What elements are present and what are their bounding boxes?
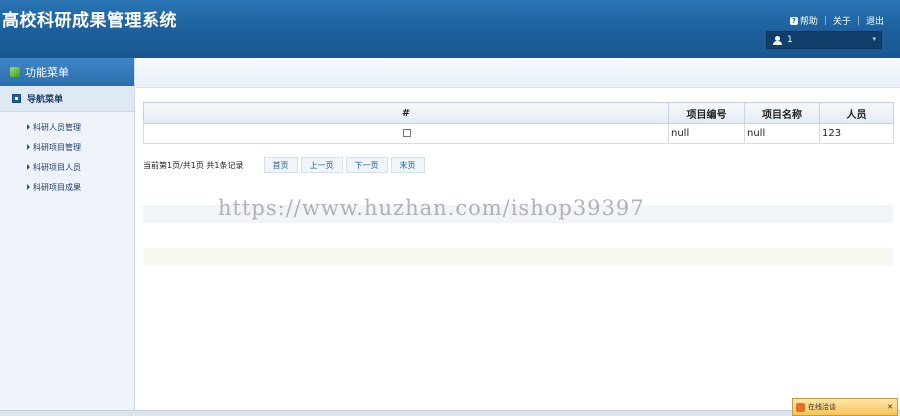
online-chat-widget[interactable]: 在线洽谈 ✕ xyxy=(792,398,898,416)
table-row[interactable]: null null 123 xyxy=(143,123,894,144)
column-header-person[interactable]: 人员 xyxy=(819,102,894,124)
table-header-row: # 项目编号 项目名称 人员 xyxy=(143,102,894,124)
sidebar-item-label: 科研项目管理 xyxy=(33,142,81,152)
bullet-icon xyxy=(27,144,30,150)
sidebar-header: 功能菜单 xyxy=(0,58,134,86)
page-info: 当前第1页/共1页 共1条记录 xyxy=(143,160,244,170)
nav-menu-title: 导航菜单 xyxy=(27,95,64,105)
sidebar-item-label: 科研人员管理 xyxy=(33,122,81,132)
sidebar-item-project-results[interactable]: 科研项目成果 xyxy=(0,177,134,197)
cell-project-name: null xyxy=(744,123,820,144)
sidebar-item-project-personnel[interactable]: 科研项目人员 xyxy=(0,157,134,177)
chat-label: 在线洽谈 xyxy=(808,403,836,411)
first-page-button[interactable]: 首页 xyxy=(263,157,298,173)
app-title: 高校科研成果管理系统 xyxy=(2,11,177,31)
help-label: 帮助 xyxy=(799,17,818,27)
cube-icon xyxy=(10,67,20,77)
sidebar-item-label: 科研项目人员 xyxy=(33,162,81,172)
sidebar-title: 功能菜单 xyxy=(25,66,69,79)
data-table: # 项目编号 项目名称 人员 null null 123 xyxy=(143,102,894,144)
nav-list: 科研人员管理 科研项目管理 科研项目人员 科研项目成果 xyxy=(0,112,134,197)
sidebar: 功能菜单 导航菜单 科研人员管理 科研项目管理 科研项目人员 科研项目成果 xyxy=(0,58,135,416)
help-icon: ? xyxy=(789,16,798,25)
cell-project-no: null xyxy=(668,123,745,144)
menu-icon xyxy=(12,94,21,103)
user-dropdown[interactable]: 1 ▾ xyxy=(766,31,882,49)
close-icon[interactable]: ✕ xyxy=(887,403,893,411)
bullet-icon xyxy=(27,124,30,130)
bullet-icon xyxy=(27,184,30,190)
logout-link[interactable]: 退出 xyxy=(866,14,884,27)
app-header: 高校科研成果管理系统 ? 帮助 | 关于 | 退出 1 ▾ xyxy=(0,0,900,58)
sidebar-item-researcher-management[interactable]: 科研人员管理 xyxy=(0,117,134,137)
chevron-down-icon: ▾ xyxy=(872,35,876,43)
cell-person: 123 xyxy=(819,123,894,144)
user-icon xyxy=(773,35,782,45)
user-name: 1 xyxy=(787,35,793,45)
column-header-project-no[interactable]: 项目编号 xyxy=(668,102,745,124)
column-header-project-name[interactable]: 项目名称 xyxy=(744,102,820,124)
sidebar-item-label: 科研项目成果 xyxy=(33,182,81,192)
nav-menu-header[interactable]: 导航菜单 xyxy=(0,86,134,112)
pager-buttons: 首页 上一页 下一页 末页 xyxy=(263,157,425,173)
row-select-cell xyxy=(143,123,669,144)
help-link[interactable]: ? 帮助 xyxy=(789,14,818,27)
about-link[interactable]: 关于 xyxy=(833,14,851,27)
prev-page-button[interactable]: 上一页 xyxy=(300,157,343,173)
divider: | xyxy=(856,15,860,26)
pagination: 当前第1页/共1页 共1条记录 首页 上一页 下一页 末页 xyxy=(143,157,425,173)
chat-icon xyxy=(796,402,805,412)
next-page-button[interactable]: 下一页 xyxy=(345,157,388,173)
content-toolbar xyxy=(136,58,900,88)
row-checkbox[interactable] xyxy=(403,129,411,137)
bullet-icon xyxy=(27,164,30,170)
column-header-index: # xyxy=(143,102,669,124)
last-page-button[interactable]: 末页 xyxy=(390,157,425,173)
ghost-artifact xyxy=(143,248,893,266)
watermark: https://www.huzhan.com/ishop39397 xyxy=(218,196,645,220)
sidebar-item-project-management[interactable]: 科研项目管理 xyxy=(0,137,134,157)
header-links: ? 帮助 | 关于 | 退出 xyxy=(789,14,884,27)
taskbar xyxy=(0,410,900,416)
data-grid: # 项目编号 项目名称 人员 null null 123 xyxy=(143,102,894,144)
divider: | xyxy=(823,15,827,26)
